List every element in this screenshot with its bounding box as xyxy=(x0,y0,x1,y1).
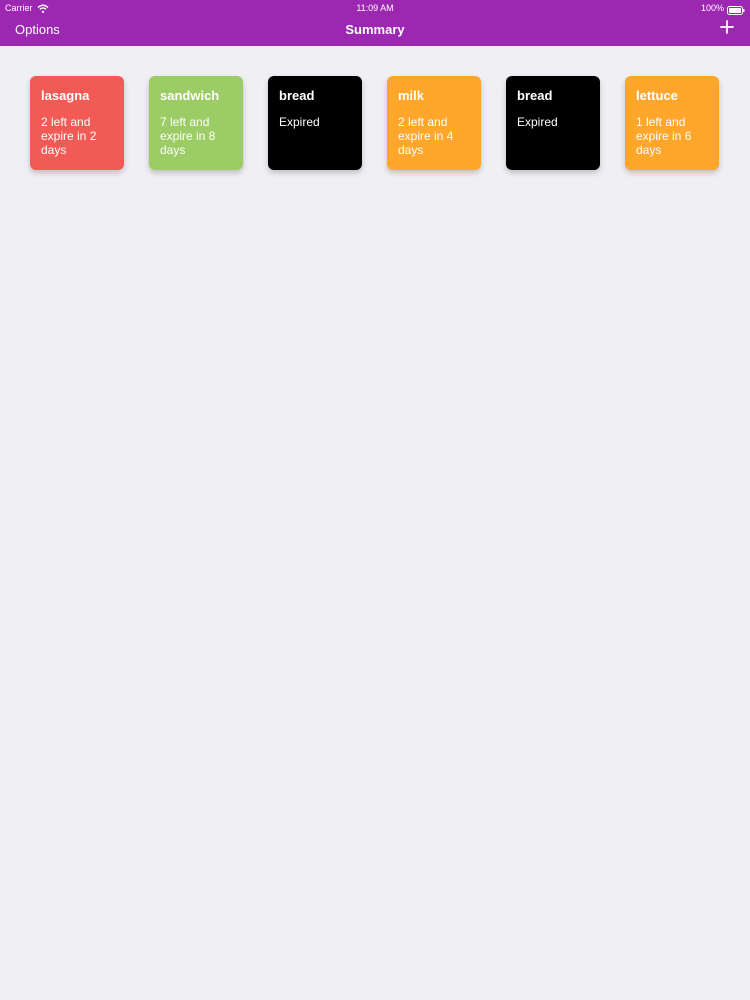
header: Carrier 11:09 AM 100% Options Summary xyxy=(0,0,750,46)
item-name: bread xyxy=(517,88,553,103)
item-name: bread xyxy=(279,88,315,103)
page-title: Summary xyxy=(345,22,405,37)
plus-icon xyxy=(719,19,735,40)
item-card-bread[interactable]: bread Expired xyxy=(268,76,362,170)
item-card-lasagna[interactable]: lasagna 2 left and expire in 2 days xyxy=(30,76,124,170)
app-screen: Carrier 11:09 AM 100% Options Summary la… xyxy=(0,0,750,1000)
item-grid: lasagna 2 left and expire in 2 days sand… xyxy=(30,76,719,170)
item-name: sandwich xyxy=(160,88,220,103)
status-right: 100% xyxy=(701,0,745,16)
item-name: lasagna xyxy=(41,88,90,103)
add-button[interactable] xyxy=(716,18,738,40)
nav-bar: Options Summary xyxy=(0,16,750,46)
item-card-lettuce[interactable]: lettuce 1 left and expire in 6 days xyxy=(625,76,719,170)
item-card-sandwich[interactable]: sandwich 7 left and expire in 8 days xyxy=(149,76,243,170)
item-status: 7 left and expire in 8 days xyxy=(160,115,216,157)
item-status: 2 left and expire in 4 days xyxy=(398,115,454,157)
item-name: lettuce xyxy=(636,88,678,103)
item-status: 2 left and expire in 2 days xyxy=(41,115,97,157)
battery-percent: 100% xyxy=(700,3,724,13)
item-card-bread[interactable]: bread Expired xyxy=(506,76,600,170)
item-status: 1 left and expire in 6 days xyxy=(636,115,692,157)
status-time: 11:09 AM xyxy=(356,3,394,13)
item-card-milk[interactable]: milk 2 left and expire in 4 days xyxy=(387,76,481,170)
item-name: milk xyxy=(398,88,425,103)
battery-icon xyxy=(727,4,745,15)
item-status: Expired xyxy=(279,115,320,129)
item-status: Expired xyxy=(517,115,558,129)
status-bar: Carrier 11:09 AM 100% xyxy=(0,0,750,16)
